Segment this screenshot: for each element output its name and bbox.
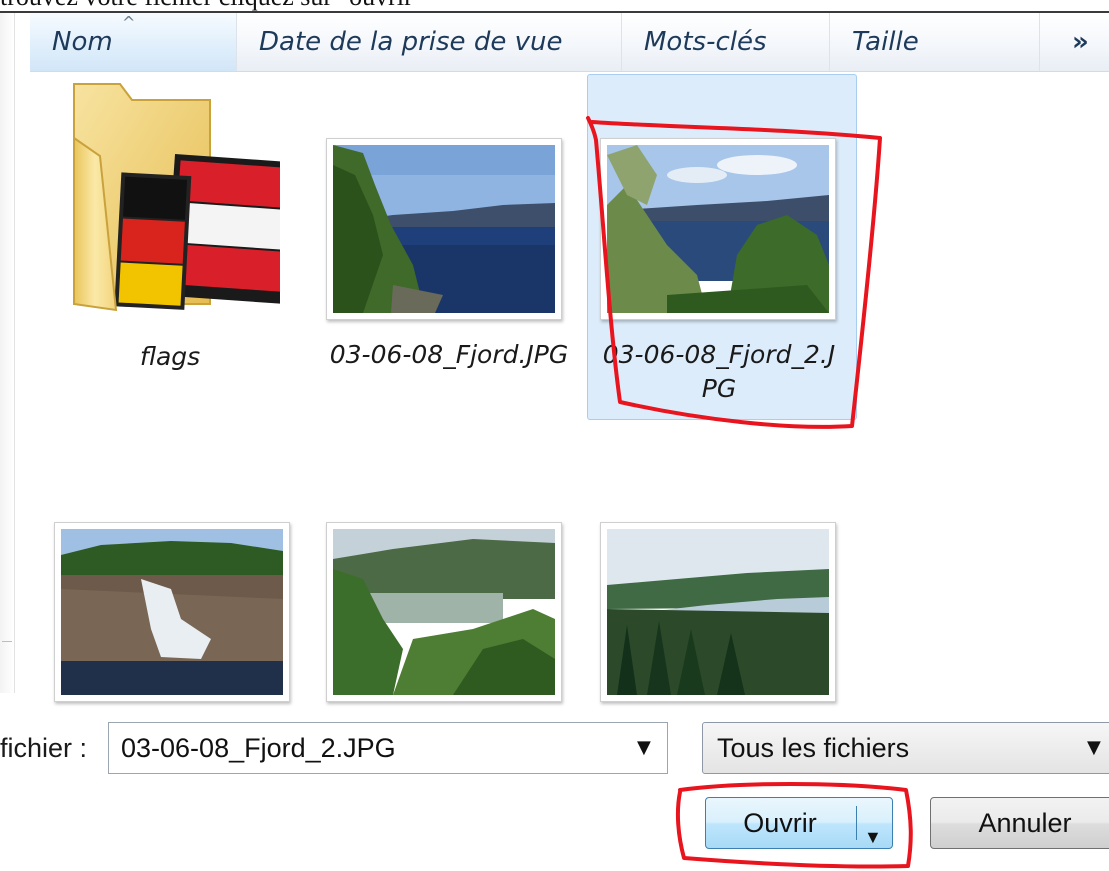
dropdown-arrow-icon[interactable]: ▼ [1087, 737, 1101, 758]
file-item-fjord-2[interactable]: 03-06-08_Fjord_2.J PG [596, 132, 846, 412]
column-header-name[interactable]: ^ Nom [30, 13, 237, 71]
waterfall-photo [61, 529, 283, 695]
file-name-label: 03-06-08_Fjord_2.J PG [602, 340, 836, 403]
file-item-image[interactable] [322, 520, 566, 702]
file-item-image[interactable] [596, 520, 840, 702]
more-columns-chevron-icon[interactable]: » [1060, 13, 1109, 71]
image-thumbnail [326, 138, 562, 320]
valley-lake-photo [333, 529, 555, 695]
file-item-image[interactable] [50, 518, 294, 702]
split-divider [856, 806, 857, 840]
open-button[interactable]: Ouvrir ▼ [705, 797, 893, 849]
filename-label: fichier : [0, 733, 88, 763]
image-thumbnail [54, 522, 290, 702]
column-header: ^ Nom Date de la prise de vue Mots-clés … [30, 13, 1109, 72]
fjord-photo [333, 145, 555, 313]
file-name-label: flags [139, 342, 201, 371]
sort-up-icon: ^ [122, 13, 136, 32]
filename-input[interactable]: 03-06-08_Fjord_2.JPG ▼ [108, 722, 668, 774]
filename-value: 03-06-08_Fjord_2.JPG [121, 733, 396, 763]
open-button-label: Ouvrir [743, 808, 817, 838]
file-type-value: Tous les fichiers [717, 733, 910, 763]
navigation-pane-edge [0, 13, 15, 693]
column-header-date-taken[interactable]: Date de la prise de vue [237, 13, 622, 71]
file-name-label: 03-06-08_Fjord.JPG [329, 340, 569, 369]
file-item-fjord[interactable]: 03-06-08_Fjord.JPG [318, 132, 580, 382]
file-item-flags[interactable]: flags [60, 78, 280, 398]
column-header-size[interactable]: Taille [830, 13, 1040, 71]
open-options-arrow-icon[interactable]: ▼ [864, 812, 882, 862]
flag-folder-icon [73, 83, 280, 312]
image-thumbnail [600, 138, 836, 320]
file-type-select[interactable]: Tous les fichiers ▼ [702, 722, 1109, 774]
fjord-2-photo [607, 145, 829, 313]
cancel-button[interactable]: Annuler [930, 797, 1109, 849]
image-thumbnail [600, 522, 836, 702]
river-forest-photo [607, 529, 829, 695]
image-thumbnail [326, 522, 562, 702]
dropdown-arrow-icon[interactable]: ▼ [637, 737, 651, 758]
column-header-keywords[interactable]: Mots-clés [622, 13, 830, 71]
